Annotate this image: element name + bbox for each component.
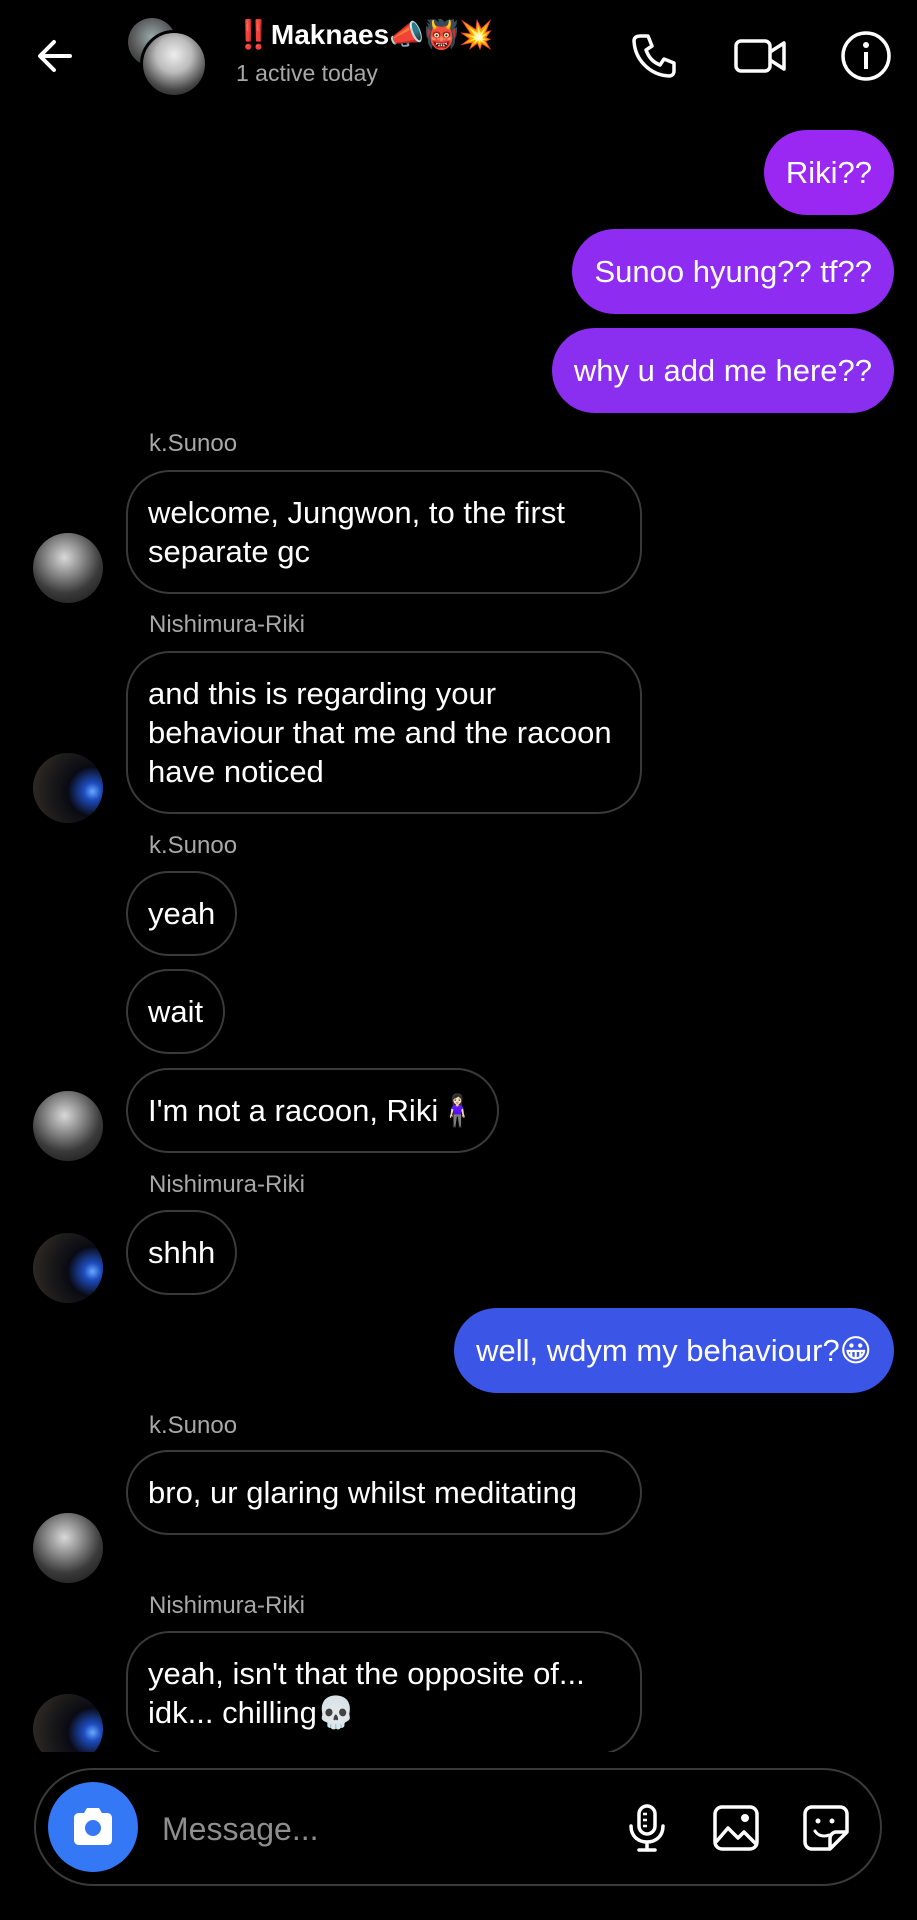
incoming-message[interactable]: yeah, isn't that the opposite of... idk.… [126, 1631, 642, 1752]
phone-icon[interactable] [626, 28, 682, 84]
video-camera-icon[interactable] [732, 28, 788, 84]
outgoing-message[interactable]: Sunoo hyung?? tf?? [572, 229, 894, 314]
sender-avatar[interactable] [33, 1513, 103, 1583]
sender-avatar[interactable] [33, 1091, 103, 1161]
sender-name: Nishimura-Riki [149, 611, 306, 638]
sender-avatar[interactable] [33, 1233, 103, 1303]
sender-avatar[interactable] [33, 1694, 103, 1752]
group-avatar[interactable] [128, 18, 208, 98]
incoming-message[interactable]: wait [126, 969, 226, 1054]
incoming-message[interactable]: and this is regarding your behaviour tha… [126, 651, 642, 814]
incoming-message[interactable]: shhh [126, 1210, 238, 1295]
chat-header: ‼️Maknaes📣👹💥 1 active today [0, 0, 917, 110]
back-arrow-icon[interactable] [30, 30, 82, 82]
microphone-icon[interactable] [621, 1802, 673, 1854]
sender-name: Nishimura-Riki [149, 1592, 306, 1619]
sticker-icon[interactable] [800, 1802, 852, 1854]
message-composer [34, 1768, 882, 1886]
outgoing-message[interactable]: Riki?? [763, 130, 894, 215]
active-status: 1 active today [236, 60, 378, 86]
sender-avatar[interactable] [33, 753, 103, 823]
member-avatar-front [140, 30, 208, 98]
info-icon[interactable] [838, 28, 894, 84]
incoming-message[interactable]: I'm not a racoon, Riki🧍🏻‍♀️ [126, 1068, 499, 1153]
incoming-message[interactable]: welcome, Jungwon, to the first separate … [126, 470, 642, 594]
message-input[interactable] [160, 1800, 624, 1858]
sender-name: Nishimura-Riki [149, 1171, 306, 1198]
outgoing-message[interactable]: why u add me here?? [551, 328, 894, 413]
sender-name: k.Sunoo [149, 832, 238, 859]
gallery-icon[interactable] [710, 1802, 762, 1854]
incoming-message[interactable]: yeah [126, 871, 238, 956]
message-clip-region: yeah, isn't that the opposite of... idk.… [0, 1620, 917, 1752]
sender-avatar[interactable] [33, 533, 103, 603]
outgoing-message[interactable]: well, wdym my behaviour?😀 [454, 1308, 894, 1393]
sender-name: k.Sunoo [149, 430, 238, 457]
chat-title[interactable]: ‼️Maknaes📣👹💥 [236, 18, 494, 51]
incoming-message[interactable]: bro, ur glaring whilst meditating [126, 1450, 642, 1535]
camera-button[interactable] [48, 1782, 138, 1872]
sender-name: k.Sunoo [149, 1412, 238, 1439]
camera-icon [74, 1808, 112, 1845]
